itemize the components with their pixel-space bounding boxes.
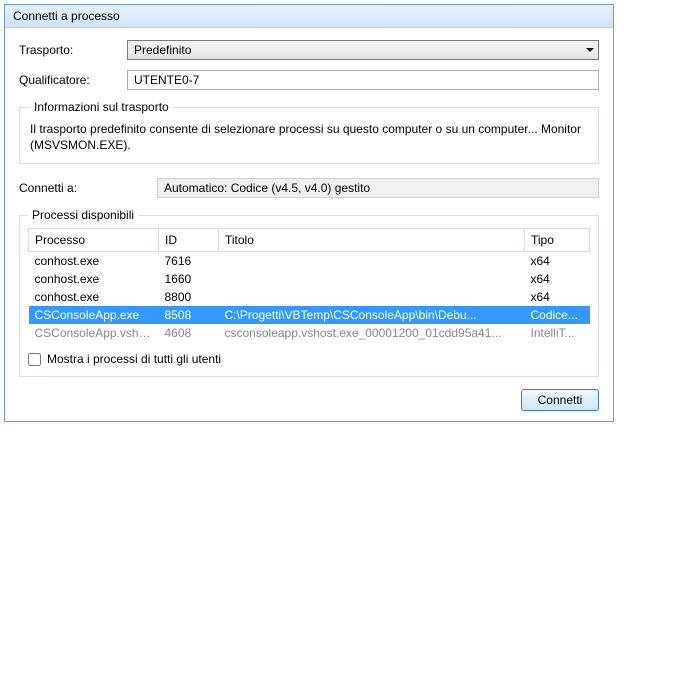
cell-process: CSConsoleApp.vshos...: [29, 324, 159, 342]
cell-id: 1660: [159, 270, 219, 288]
column-id[interactable]: ID: [159, 229, 219, 252]
cell-id: 8800: [159, 288, 219, 306]
cell-type: IntelliT...: [525, 324, 590, 342]
connect-to-value: Automatico: Codice (v4.5, v4.0) gestito: [164, 181, 370, 195]
connect-to-field[interactable]: Automatico: Codice (v4.5, v4.0) gestito: [157, 178, 599, 198]
column-type[interactable]: Tipo: [525, 229, 590, 252]
dialog-title-bar[interactable]: Connetti a processo: [5, 5, 613, 28]
cell-title: C:\Progetti\VBTemp\CSConsoleApp\bin\Debu…: [219, 306, 525, 324]
cell-title: [219, 288, 525, 306]
table-row[interactable]: conhost.exe1660 x64: [29, 270, 590, 288]
cell-type: Codice...: [525, 306, 590, 324]
column-title[interactable]: Titolo: [219, 229, 525, 252]
connect-button[interactable]: Connetti: [521, 389, 599, 411]
processes-legend: Processi disponibili: [28, 208, 138, 222]
process-table: Processo ID Titolo Tipo conhost.exe7616 x…: [28, 228, 590, 342]
cell-id: 7616: [159, 252, 219, 271]
cell-id: 4608: [159, 324, 219, 342]
attach-process-dialog: Connetti a processo Trasporto: Predefini…: [4, 4, 614, 422]
chevron-down-icon: [586, 48, 594, 52]
table-row[interactable]: CSConsoleApp.exe8508C:\Progetti\VBTemp\C…: [29, 306, 590, 324]
transport-info-legend: Informazioni sul trasporto: [30, 100, 173, 114]
cell-id: 8508: [159, 306, 219, 324]
show-all-users-label: Mostra i processi di tutti gli utenti: [47, 352, 221, 366]
connect-to-label: Connetti a:: [19, 181, 149, 195]
cell-type: x64: [525, 252, 590, 271]
table-row[interactable]: CSConsoleApp.vshos...4608csconsoleapp.vs…: [29, 324, 590, 342]
transport-info-text: Il trasporto predefinito consente di sel…: [30, 122, 588, 153]
cell-type: x64: [525, 270, 590, 288]
cell-process: CSConsoleApp.exe: [29, 306, 159, 324]
cell-type: x64: [525, 288, 590, 306]
qualifier-label: Qualificatore:: [19, 73, 119, 87]
dialog-title: Connetti a processo: [13, 9, 120, 23]
transport-info-group: Informazioni sul trasporto Il trasporto …: [19, 100, 599, 164]
transport-dropdown[interactable]: Predefinito: [127, 40, 599, 60]
cell-title: [219, 252, 525, 271]
cell-process: conhost.exe: [29, 270, 159, 288]
column-process[interactable]: Processo: [29, 229, 159, 252]
cell-process: conhost.exe: [29, 252, 159, 271]
cell-title: [219, 270, 525, 288]
transport-value: Predefinito: [134, 43, 191, 57]
cell-title: csconsoleapp.vshost.exe_00001200_01cdd95…: [219, 324, 525, 342]
dialog-body: Trasporto: Predefinito Qualificatore: In…: [5, 28, 613, 421]
table-row[interactable]: conhost.exe7616 x64: [29, 252, 590, 271]
table-header-row: Processo ID Titolo Tipo: [29, 229, 590, 252]
qualifier-input[interactable]: [127, 70, 599, 90]
show-all-users-checkbox[interactable]: [28, 353, 41, 366]
transport-label: Trasporto:: [19, 43, 119, 57]
cell-process: conhost.exe: [29, 288, 159, 306]
table-row[interactable]: conhost.exe8800 x64: [29, 288, 590, 306]
processes-group: Processi disponibili Processo ID Titolo …: [19, 208, 599, 377]
